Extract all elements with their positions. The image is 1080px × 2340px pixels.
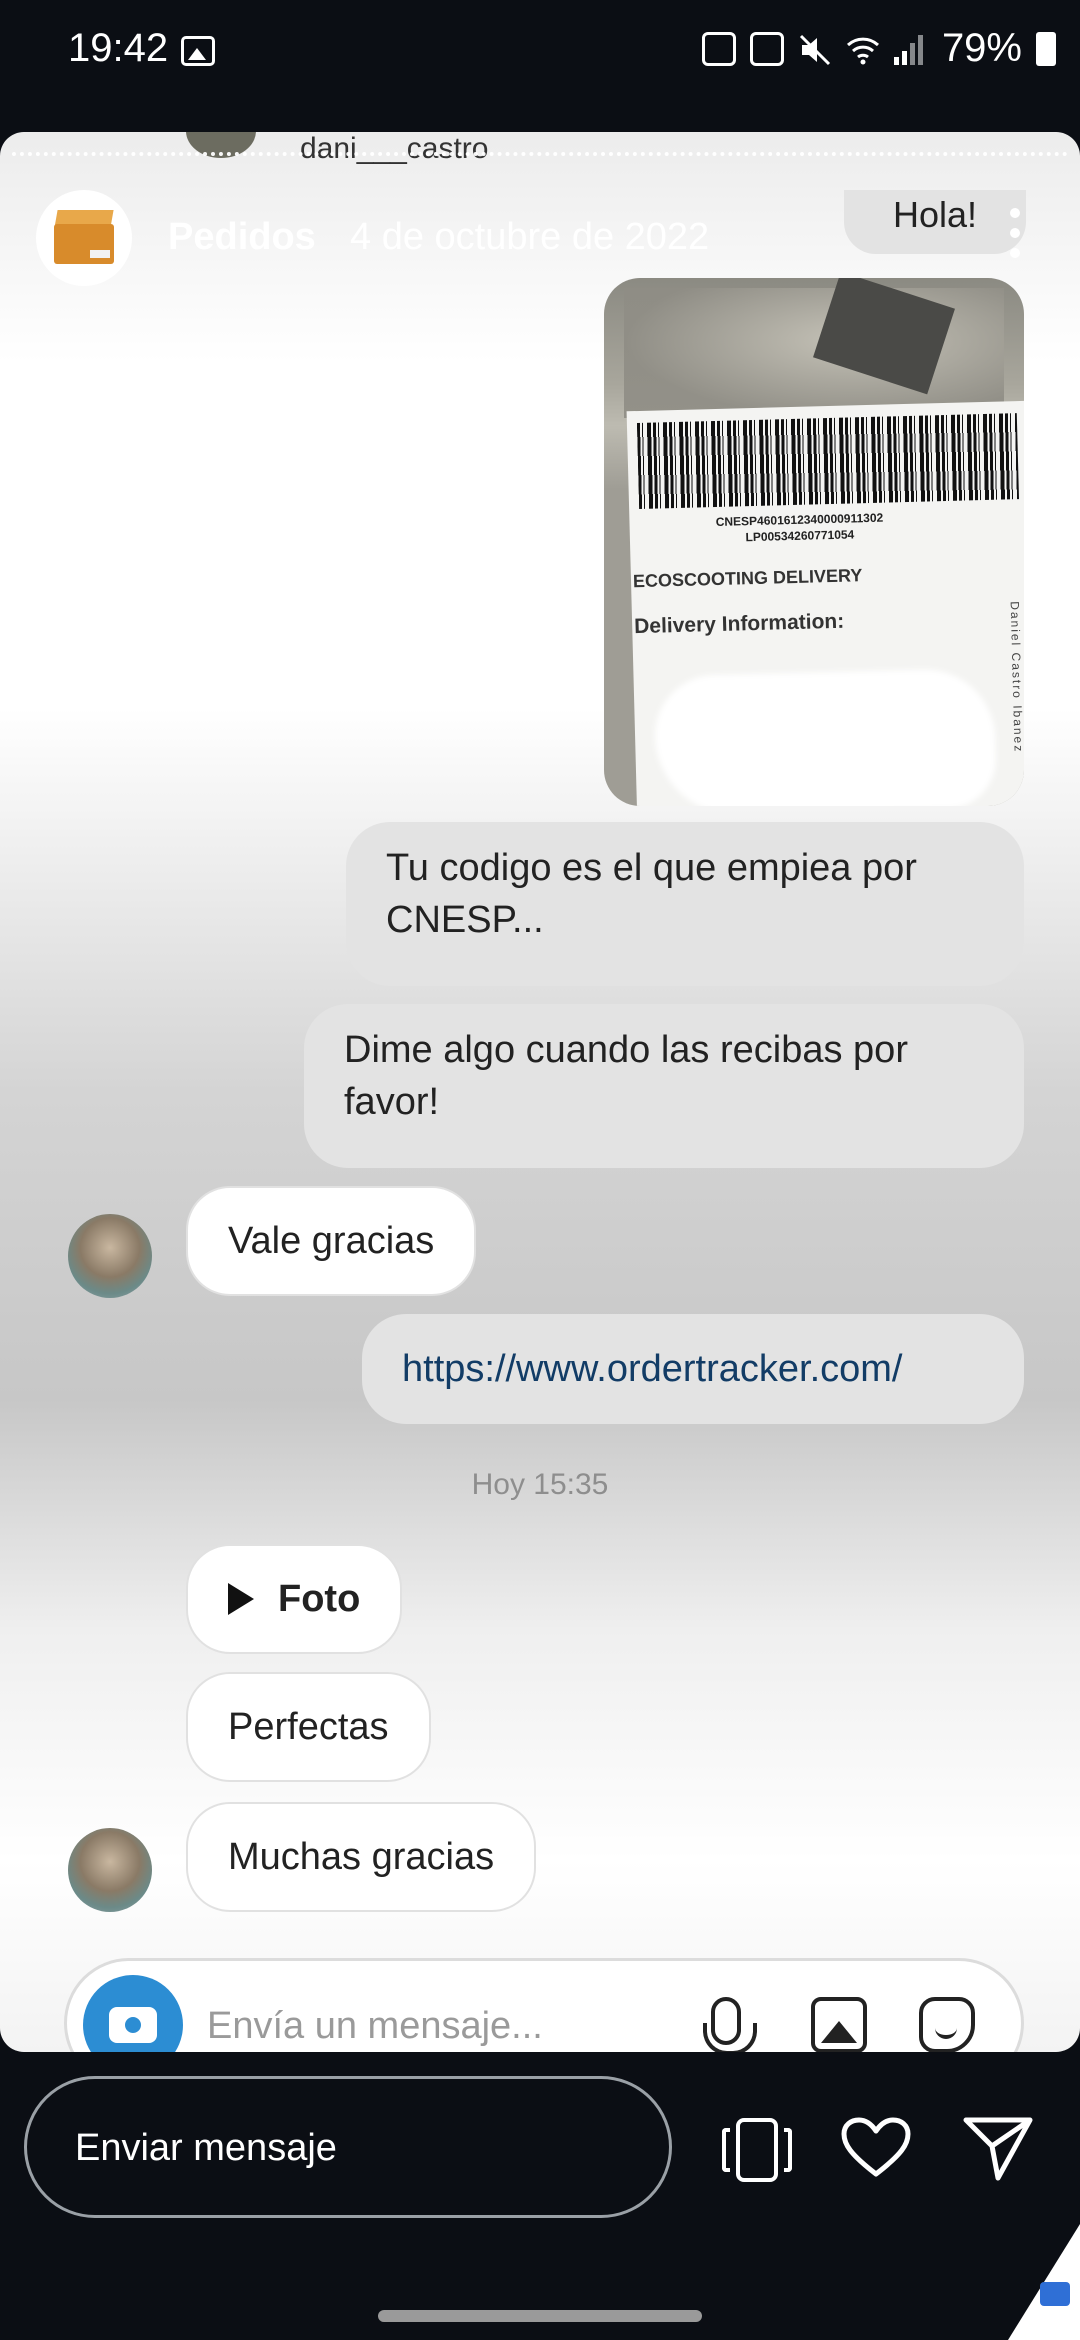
delivery-info-heading: Delivery Information:	[633, 609, 845, 639]
shipping-label: CNESP4601612340000911302 LP0053426077105…	[626, 400, 1024, 806]
folder-icon	[1040, 2282, 1070, 2306]
signal-icon	[893, 33, 928, 65]
composer-placeholder[interactable]: Envía un mensaje...	[207, 2005, 543, 2048]
package-icon	[52, 210, 116, 266]
status-bar: 19:42 79%	[0, 0, 1080, 80]
story-card: dani___castro Pedidos 4 de octubre de 20…	[0, 132, 1080, 2052]
story-reply-input[interactable]: Enviar mensaje	[24, 2076, 672, 2218]
barcode	[636, 413, 1020, 510]
recipient-name-vertical: Daniel Castro Ibanez	[1007, 601, 1024, 754]
upload-icon	[701, 31, 736, 66]
message-composer[interactable]: Envía un mensaje...	[64, 1958, 1024, 2052]
battery-icon	[1036, 31, 1056, 66]
profile-name[interactable]: Pedidos	[168, 216, 316, 259]
redaction-mark	[653, 667, 998, 806]
play-icon	[228, 1582, 254, 1615]
status-icons: 79%	[701, 26, 1056, 71]
message-bubble-incoming: Perfectas	[186, 1672, 431, 1782]
photo-message-label: Foto	[278, 1578, 361, 1620]
camera-button[interactable]	[83, 1975, 183, 2052]
battery-percent: 79%	[941, 26, 1022, 70]
wifi-icon	[846, 32, 880, 66]
story-date: 4 de octubre de 2022	[350, 216, 710, 258]
gallery-icon	[181, 36, 215, 66]
message-link[interactable]: https://www.ordertracker.com/	[362, 1314, 1024, 1424]
nfc-icon	[749, 31, 784, 66]
mute-icon	[798, 32, 832, 66]
carrier-name: ECOSCOOTING DELIVERY	[632, 565, 863, 592]
reactions-icon[interactable]	[722, 2118, 792, 2182]
home-indicator[interactable]	[378, 2310, 702, 2322]
more-options-icon[interactable]	[1010, 208, 1020, 258]
profile-avatar[interactable]	[36, 190, 132, 286]
story-reply-placeholder: Enviar mensaje	[75, 2127, 337, 2169]
status-time: 19:42	[68, 26, 169, 70]
camera-icon	[109, 2007, 157, 2043]
message-bubble-top: Hola!	[844, 190, 1026, 254]
message-bubble-outgoing: Dime algo cuando las recibas por favor!	[304, 1004, 1024, 1168]
heart-icon[interactable]	[840, 2116, 912, 2180]
message-bubble-outgoing: Tu codigo es el que empiea por CNESP...	[346, 822, 1024, 986]
contact-avatar[interactable]	[68, 1828, 152, 1912]
message-bubble-incoming: Vale gracias	[186, 1186, 477, 1296]
sticker-icon[interactable]	[919, 1997, 975, 2052]
microphone-icon[interactable]	[703, 1997, 757, 2052]
message-timestamp: Hoy 15:35	[471, 1468, 609, 1501]
story-header-username: dani___castro	[300, 132, 489, 165]
contact-avatar[interactable]	[68, 1214, 152, 1298]
send-icon[interactable]	[962, 2114, 1034, 2182]
photo-message-button[interactable]: Foto	[186, 1544, 403, 1654]
message-bubble-incoming: Muchas gracias	[186, 1802, 537, 1912]
image-gallery-icon[interactable]	[811, 1997, 867, 2052]
shipping-label-photo[interactable]: CNESP4601612340000911302 LP0053426077105…	[604, 278, 1024, 806]
story-progress-bar	[12, 152, 1068, 156]
